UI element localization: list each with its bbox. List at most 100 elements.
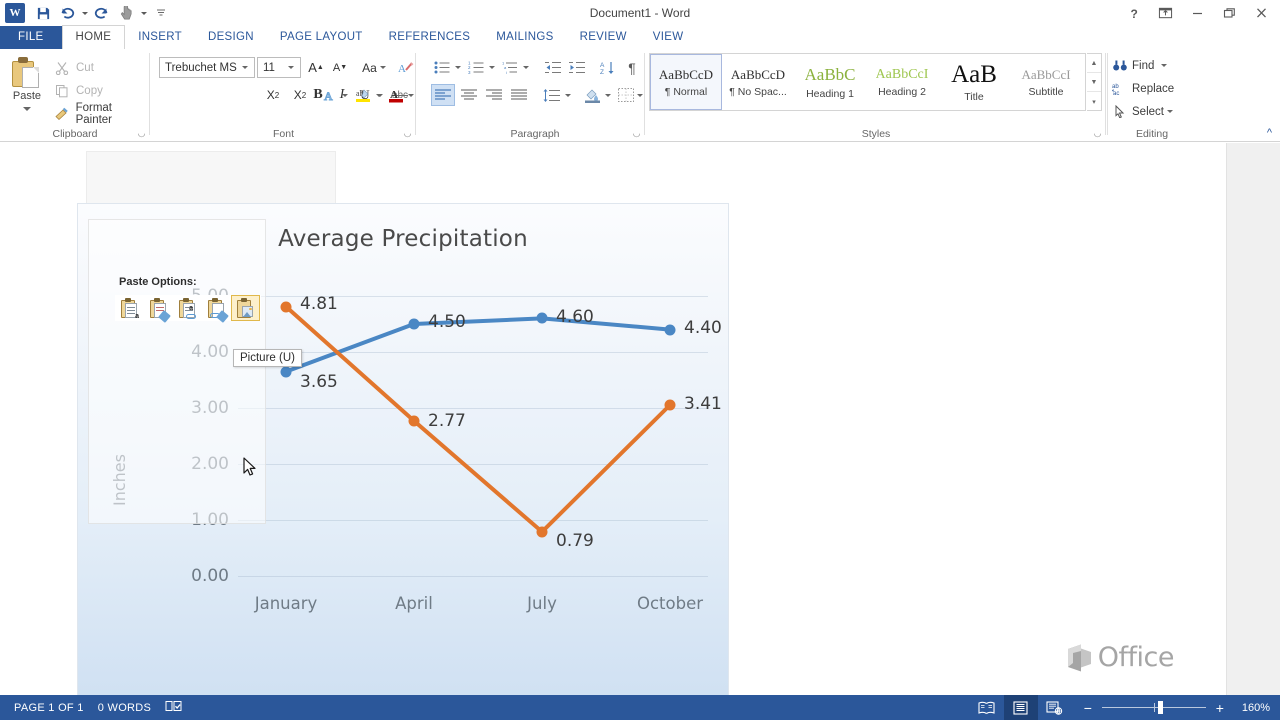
find-button[interactable]: Find bbox=[1111, 54, 1168, 77]
ribbon-display-options-button[interactable] bbox=[1150, 1, 1180, 25]
ribbon-group-font-extra: X2 X2 A ab A bbox=[258, 49, 418, 142]
close-button[interactable] bbox=[1246, 1, 1276, 25]
save-icon[interactable] bbox=[31, 1, 55, 25]
line-spacing-icon[interactable] bbox=[539, 84, 563, 106]
clipboard-dialog-launcher[interactable]: ◡ bbox=[136, 128, 147, 139]
undo-dropdown-icon[interactable] bbox=[79, 1, 90, 25]
decrease-indent-icon[interactable] bbox=[541, 57, 565, 78]
proofing-errors-icon[interactable] bbox=[165, 699, 182, 716]
zoom-track[interactable] bbox=[1101, 701, 1206, 714]
style-subtitle[interactable]: AaBbCcI Subtitle bbox=[1010, 54, 1082, 110]
zoom-out-button[interactable]: − bbox=[1080, 701, 1096, 715]
document-page[interactable]: Average Precipitation Inches 5.00 4.00 3… bbox=[0, 143, 1226, 720]
editing-group-label: Editing bbox=[1135, 128, 1169, 140]
tab-review[interactable]: REVIEW bbox=[567, 26, 640, 49]
numbering-icon[interactable]: 123 bbox=[465, 57, 487, 78]
text-effects-icon[interactable]: A bbox=[320, 84, 340, 106]
document-canvas[interactable]: Average Precipitation Inches 5.00 4.00 3… bbox=[0, 143, 1280, 720]
zoom-slider[interactable]: − + bbox=[1080, 701, 1228, 715]
tab-design[interactable]: DESIGN bbox=[195, 26, 267, 49]
redo-icon[interactable] bbox=[90, 1, 114, 25]
merge-formatting-link-icon[interactable] bbox=[202, 295, 231, 323]
bullets-dropdown-icon[interactable] bbox=[453, 57, 463, 78]
align-right-button[interactable] bbox=[482, 84, 506, 106]
select-label: Select bbox=[1132, 105, 1164, 118]
data-point-label: 4.60 bbox=[556, 307, 594, 327]
word-count[interactable]: 0 WORDS bbox=[98, 702, 151, 714]
line-spacing-dropdown-icon[interactable] bbox=[563, 84, 573, 106]
customize-qat-icon[interactable] bbox=[149, 1, 173, 25]
web-layout-button[interactable] bbox=[1038, 695, 1072, 720]
shading-icon[interactable] bbox=[581, 84, 603, 106]
styles-more-icon[interactable]: ▾ bbox=[1087, 92, 1101, 111]
page-count[interactable]: PAGE 1 OF 1 bbox=[14, 702, 84, 714]
tab-page-layout[interactable]: PAGE LAYOUT bbox=[267, 26, 376, 49]
style-heading-2[interactable]: AaBbCcI Heading 2 bbox=[866, 54, 938, 110]
tab-insert[interactable]: INSERT bbox=[125, 26, 195, 49]
styles-scroll-down-icon[interactable]: ▼ bbox=[1087, 73, 1101, 92]
zoom-thumb[interactable] bbox=[1158, 701, 1164, 714]
multilevel-list-icon[interactable]: 1ai bbox=[499, 57, 521, 78]
font-color-icon[interactable]: A bbox=[386, 84, 406, 106]
text-highlight-color-icon[interactable]: ab bbox=[352, 84, 374, 106]
paragraph-dialog-launcher[interactable]: ◡ bbox=[631, 128, 642, 139]
justify-button[interactable] bbox=[507, 84, 531, 106]
paste-button[interactable]: Paste bbox=[6, 55, 48, 127]
styles-dialog-launcher[interactable]: ◡ bbox=[1092, 128, 1103, 139]
help-button[interactable]: ? bbox=[1118, 1, 1148, 25]
show-formatting-marks-icon[interactable]: ¶ bbox=[622, 57, 642, 78]
paste-options-popup[interactable]: Paste Options: a a bbox=[115, 276, 261, 323]
bullets-icon[interactable] bbox=[431, 57, 453, 78]
read-mode-button[interactable] bbox=[970, 695, 1004, 720]
restore-button[interactable] bbox=[1214, 1, 1244, 25]
tab-view[interactable]: VIEW bbox=[640, 26, 697, 49]
text-effects-dropdown-icon[interactable] bbox=[340, 84, 350, 106]
zoom-level-label[interactable]: 160% bbox=[1242, 702, 1270, 714]
font-name-input[interactable]: Trebuchet MS bbox=[159, 57, 255, 78]
ribbon-group-clipboard: Paste Cut Copy Format Painter Clipboard … bbox=[0, 49, 150, 142]
zoom-in-button[interactable]: + bbox=[1212, 701, 1228, 715]
align-left-button[interactable] bbox=[431, 84, 455, 106]
superscript-button[interactable]: X2 bbox=[288, 84, 312, 106]
increase-indent-icon[interactable] bbox=[565, 57, 589, 78]
find-dropdown-icon[interactable] bbox=[1161, 64, 1168, 67]
styles-scroll[interactable]: ▲ ▼ ▾ bbox=[1087, 53, 1102, 111]
touch-mode-dropdown-icon[interactable] bbox=[138, 1, 149, 25]
select-dropdown-icon[interactable] bbox=[1166, 110, 1173, 113]
style-normal[interactable]: AaBbCcD ¶ Normal bbox=[650, 54, 722, 110]
style-no-spacing[interactable]: AaBbCcD ¶ No Spac... bbox=[722, 54, 794, 110]
font-color-dropdown-icon[interactable] bbox=[406, 84, 416, 106]
merge-formatting-icon[interactable] bbox=[144, 295, 173, 323]
collapse-ribbon-button[interactable]: ^ bbox=[1267, 127, 1272, 139]
font-name-dropdown-icon[interactable] bbox=[238, 66, 252, 69]
shading-dropdown-icon[interactable] bbox=[603, 84, 613, 106]
tab-mailings[interactable]: MAILINGS bbox=[483, 26, 566, 49]
keep-source-formatting-icon[interactable]: a bbox=[115, 295, 144, 321]
multilevel-dropdown-icon[interactable] bbox=[521, 57, 531, 78]
picture-paste-icon[interactable] bbox=[231, 295, 260, 321]
tab-home[interactable]: HOME bbox=[61, 25, 126, 49]
borders-icon[interactable] bbox=[615, 84, 637, 106]
cut-button[interactable]: Cut bbox=[52, 57, 94, 79]
minimize-button[interactable] bbox=[1182, 1, 1212, 25]
select-button[interactable]: Select bbox=[1111, 100, 1173, 123]
numbering-dropdown-icon[interactable] bbox=[487, 57, 497, 78]
sort-icon[interactable]: AZ bbox=[597, 57, 619, 78]
keep-source-formatting-link-icon[interactable]: a bbox=[173, 295, 202, 321]
mouse-cursor-icon bbox=[243, 457, 259, 479]
replace-button[interactable]: ab ac Replace bbox=[1111, 77, 1174, 100]
style-heading-1[interactable]: AaBbC Heading 1 bbox=[794, 54, 866, 110]
undo-icon[interactable] bbox=[55, 1, 79, 25]
print-layout-button[interactable] bbox=[1003, 695, 1038, 720]
highlight-dropdown-icon[interactable] bbox=[374, 84, 384, 106]
tab-file[interactable]: FILE bbox=[0, 26, 62, 49]
format-painter-button[interactable]: Format Painter bbox=[52, 102, 150, 126]
touch-mode-icon[interactable] bbox=[114, 1, 138, 25]
styles-scroll-up-icon[interactable]: ▲ bbox=[1087, 54, 1101, 73]
tab-references[interactable]: REFERENCES bbox=[376, 26, 484, 49]
align-center-button[interactable] bbox=[457, 84, 481, 106]
subscript-button[interactable]: X2 bbox=[261, 84, 285, 106]
style-title[interactable]: AaB Title bbox=[938, 54, 1010, 110]
copy-button[interactable]: Copy bbox=[52, 80, 103, 102]
paste-dropdown-icon[interactable] bbox=[23, 107, 31, 111]
